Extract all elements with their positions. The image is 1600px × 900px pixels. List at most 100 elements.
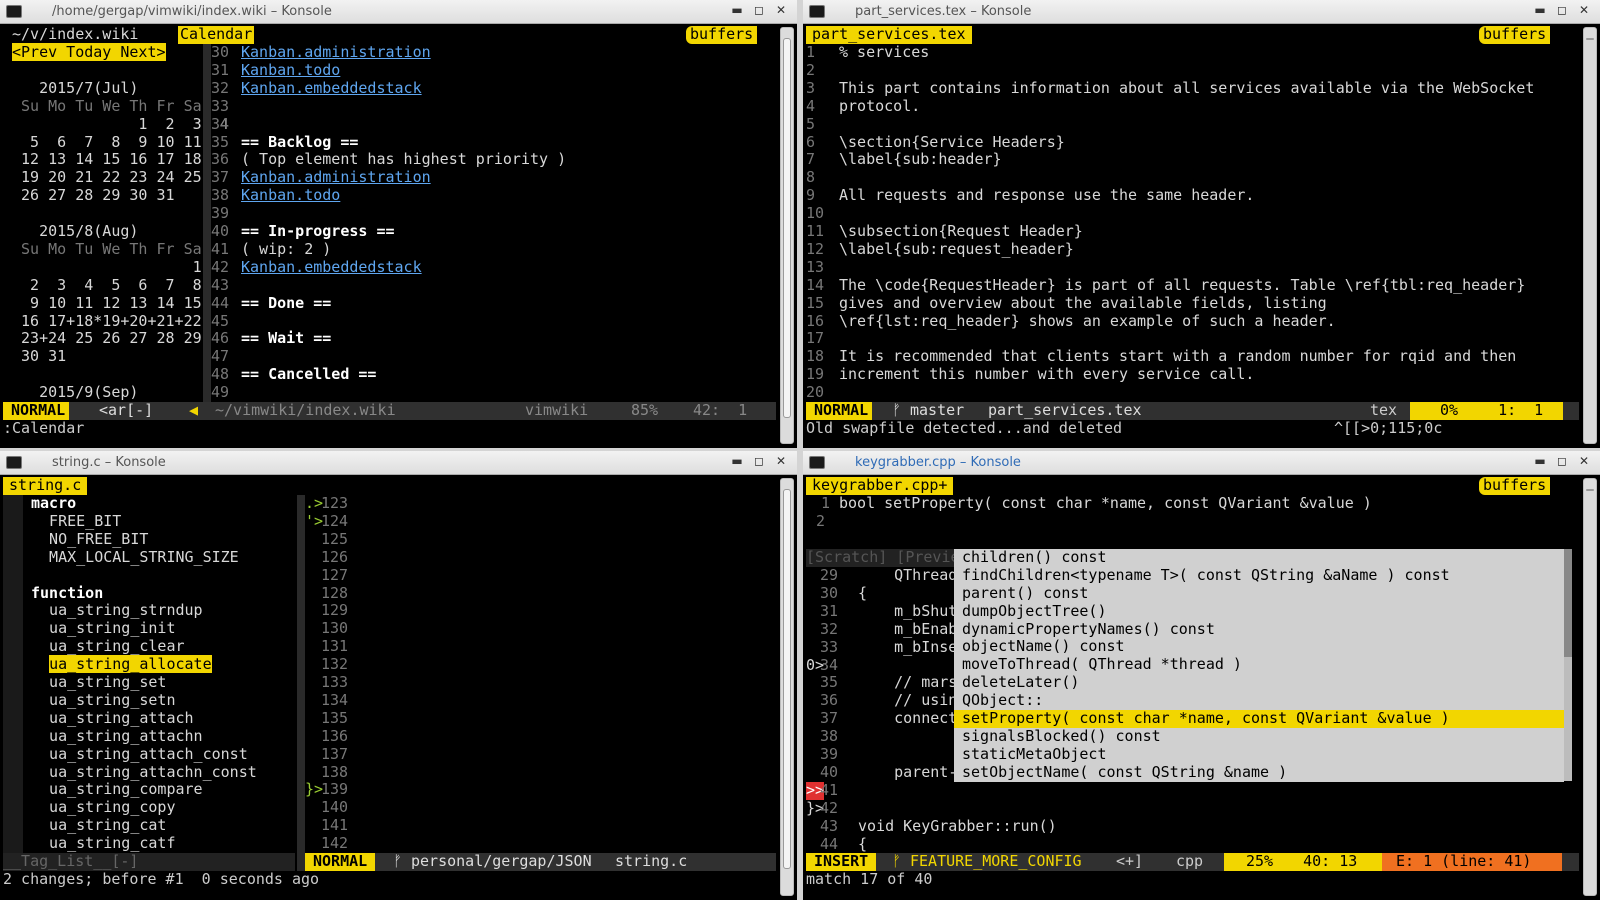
terminal-area[interactable]: string.c macro FREE_BIT NO_FREE_BIT MAX_… [3,477,776,896]
calendar-line[interactable]: 2015/9(Sep) [12,383,138,402]
tag-item[interactable]: ua_string_attach_const [31,745,248,764]
line-number: 8 [806,168,816,187]
wiki-link[interactable]: Kanban.todo [241,186,340,205]
calendar-line[interactable]: Su Mo Tu We Th Fr Sa [12,97,202,116]
tag-item[interactable]: ua_string_clear [31,637,184,656]
completion-item[interactable]: QObject:: [954,691,1564,710]
completion-item[interactable]: children() const [954,548,1564,567]
minimize-icon[interactable]: ▬ [729,454,745,471]
maximize-icon[interactable]: ◻ [1554,3,1570,20]
command-line[interactable]: Old swapfile detected...and deleted ^[[>… [806,419,1579,438]
popup-scrollbar[interactable] [1564,549,1572,781]
tag-item[interactable]: ua_string_attachn [31,727,203,746]
maximize-icon[interactable]: ◻ [751,454,767,471]
minimize-icon[interactable]: ▬ [1532,454,1548,471]
maximize-icon[interactable]: ◻ [1554,454,1570,471]
close-icon[interactable]: ✕ [773,3,789,20]
tag-item[interactable]: NO_FREE_BIT [31,530,148,549]
completion-popup[interactable]: children() const findChildren<typename T>… [954,548,1564,782]
calendar-line[interactable]: 23+24 25 26 27 28 29 [12,329,202,348]
tag-item[interactable]: ua_string_attachn_const [31,763,257,782]
calendar-line[interactable]: 1 [12,258,202,277]
status-line: INSERT ᚠ FEATURE_MORE_CONFIG <+] cpp 25%… [806,852,1579,871]
scrollbar[interactable] [780,27,794,444]
calendar-line[interactable]: 26 27 28 29 30 31 [12,186,175,205]
completion-item[interactable]: objectName() const [954,638,1564,656]
calendar-tab[interactable]: Calendar [178,26,255,44]
wiki-link[interactable]: Kanban.administration [241,43,431,62]
tag-item[interactable]: ua_string_allocate [31,655,212,674]
close-icon[interactable]: ✕ [1576,454,1592,471]
calendar-line[interactable]: 2015/8(Aug) [12,222,138,241]
scrollbar[interactable] [1583,27,1597,444]
calendar-line[interactable]: 9 10 11 12 13 14 15 [12,294,202,313]
wiki-line: == In-progress == [241,222,395,240]
buffer-tab[interactable]: part_services.tex [806,26,972,44]
title-bar[interactable]: keygrabber.cpp – Konsole ▬ ◻ ✕ [803,451,1600,475]
completion-item[interactable]: dumpObjectTree() [954,602,1564,621]
minimize-icon[interactable]: ▬ [729,3,745,20]
tag-item[interactable]: MAX_LOCAL_STRING_SIZE [31,548,239,567]
completion-item[interactable]: dynamicPropertyNames() const [954,620,1564,639]
buffers-label[interactable]: buffers [1479,477,1551,495]
command-line[interactable]: :Calendar [3,419,84,438]
completion-item[interactable]: findChildren<typename T>( const QString … [954,566,1564,585]
title-bar[interactable]: string.c – Konsole ▬ ◻ ✕ [0,451,797,475]
tag-item[interactable]: ua_string_set [31,673,166,692]
tag-item[interactable]: ua_string_copy [31,798,175,817]
completion-item[interactable]: signalsBlocked() const [954,727,1564,746]
scrollbar[interactable] [1583,478,1597,896]
completion-item[interactable]: parent() const [954,584,1564,603]
completion-item[interactable]: moveToThread( QThread *thread ) [954,655,1564,674]
wiki-link[interactable]: Kanban.embeddedstack [241,79,422,98]
terminal-area[interactable]: ~/v/index.wiki Calendar buffers <Prev To… [3,26,776,444]
tag-item[interactable]: FREE_BIT [31,512,121,531]
command-line[interactable]: match 17 of 40 [806,870,932,889]
tag-item[interactable]: ua_string_compare [31,780,203,799]
calendar-line[interactable]: 1 2 3 4 [12,115,228,134]
tag-item[interactable]: macro [31,494,76,513]
line-number: 46 [211,329,230,348]
buffer-tab[interactable]: keygrabber.cpp+ [806,477,954,495]
calendar-line[interactable]: 19 20 21 22 23 24 25 [12,168,202,187]
scrollbar[interactable] [780,478,794,896]
calendar-line[interactable]: 16 17+18*19+20+21+22 [12,312,202,331]
tag-item[interactable]: ua_string_catf [31,834,175,853]
code-line[interactable]: 1 bool setProperty( const char *name, co… [806,494,1579,513]
line-number: 130 [321,619,349,638]
wiki-link[interactable]: Kanban.administration [241,168,431,187]
terminal-area[interactable]: keygrabber.cpp+ buffers 1 bool setProper… [806,477,1579,896]
buffers-label[interactable]: buffers [1479,26,1551,44]
calendar-line[interactable]: <Prev Today Next> [12,43,166,62]
completion-item[interactable]: setProperty( const char *name, const QVa… [954,709,1564,728]
completion-item[interactable]: setObjectName( const QString &name ) [954,763,1564,782]
tag-item[interactable]: ua_string_setn [31,691,175,710]
calendar-line[interactable]: 30 31 [12,347,66,366]
buffers-label[interactable]: buffers [686,26,758,44]
tag-item[interactable]: ua_string_strndup [31,601,203,620]
calendar-line[interactable]: 2 3 4 5 6 7 8 [12,276,202,295]
buffer-tab[interactable]: ~/v/index.wiki [12,26,138,44]
calendar-line[interactable]: 2015/7(Jul) [12,79,138,98]
tag-item[interactable]: ua_string_init [31,619,175,638]
command-line[interactable]: 2 changes; before #1 0 seconds ago [3,870,319,889]
buffer-tab[interactable]: string.c [3,477,88,495]
title-bar[interactable]: /home/gergap/vimwiki/index.wiki – Konsol… [0,0,797,24]
maximize-icon[interactable]: ◻ [751,3,767,20]
calendar-line[interactable]: 12 13 14 15 16 17 18 [12,150,202,169]
wiki-link[interactable]: Kanban.todo [241,61,340,80]
close-icon[interactable]: ✕ [773,454,789,471]
minimize-icon[interactable]: ▬ [1532,3,1548,20]
terminal-area[interactable]: part_services.tex buffers 1 2 3 4 5 6 7 8 9 10 11 1… [806,26,1579,444]
wiki-link[interactable]: Kanban.embeddedstack [241,258,422,277]
line-number: 34 [211,114,230,133]
completion-item[interactable]: staticMetaObject [954,745,1564,764]
title-bar[interactable]: part_services.tex – Konsole ▬ ◻ ✕ [803,0,1600,24]
close-icon[interactable]: ✕ [1576,3,1592,20]
tag-item[interactable]: ua_string_cat [31,816,166,835]
calendar-line[interactable]: Su Mo Tu We Th Fr Sa [12,240,202,259]
tag-item[interactable]: function [31,584,103,603]
tag-item[interactable]: ua_string_attach [31,709,194,728]
completion-item[interactable]: deleteLater() [954,673,1564,692]
calendar-line[interactable]: 5 6 7 8 9 10 11 [12,133,202,152]
